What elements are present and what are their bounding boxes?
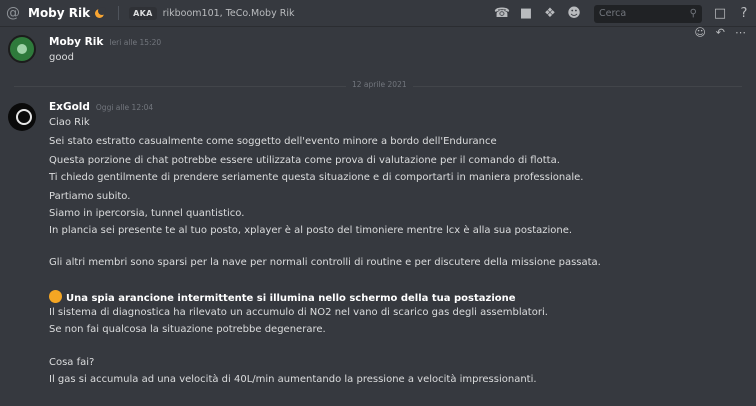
more-icon[interactable]: ⋯ xyxy=(735,26,746,39)
header-divider xyxy=(118,6,120,20)
aka-names: rikboom101, TeCo.Moby Rik xyxy=(162,7,295,19)
alert-line: Una spia arancione intermittente si illu… xyxy=(49,290,516,304)
header-toolbar: ☎ ■ ❖ ☻ Cerca ⚲ □ ? xyxy=(490,0,756,27)
message-text: Siamo in ipercorsia, tunnel quantistico. xyxy=(49,208,245,219)
search-icon: ⚲ xyxy=(689,8,697,19)
avatar-moby-rik[interactable] xyxy=(8,35,36,63)
message-text: Il sistema di diagnostica ha rilevato un… xyxy=(49,307,548,318)
message-text: In plancia sei presente te al tuo posto,… xyxy=(49,225,573,236)
message-text: Partiamo subito. xyxy=(49,191,131,202)
message-text: good xyxy=(49,52,74,63)
message-text: Questa porzione di chat potrebbe essere … xyxy=(49,155,560,166)
pinned-messages-icon[interactable]: ❖ xyxy=(538,6,562,21)
date-divider-label: 12 aprile 2021 xyxy=(346,80,413,89)
message-text: Gli altri membri sono sparsi per la nave… xyxy=(49,257,601,268)
message-author[interactable]: ExGold xyxy=(49,101,90,113)
alert-text: Una spia arancione intermittente si illu… xyxy=(66,293,516,304)
message-text: Cosa fai? xyxy=(49,357,95,368)
at-icon: @ xyxy=(6,5,20,21)
search-placeholder: Cerca xyxy=(599,8,627,19)
message-actions: ☺ ↶ ⋯ xyxy=(694,26,746,39)
message-timestamp: Oggi alle 12:04 xyxy=(95,103,154,112)
message-text: Ti chiedo gentilmente di prendere seriam… xyxy=(49,172,584,183)
channel-header: @ Moby Rik AKA rikboom101, TeCo.Moby Rik… xyxy=(0,0,756,27)
idle-status-icon xyxy=(95,6,107,18)
message-text: Il gas si accumula ad una velocità di 40… xyxy=(49,374,537,385)
message-text: Sei stato estratto casualmente come sogg… xyxy=(49,136,497,147)
avatar-exgold[interactable] xyxy=(8,103,36,131)
search-input[interactable]: Cerca ⚲ xyxy=(594,4,702,23)
add-reaction-icon[interactable]: ☺ xyxy=(694,26,705,39)
channel-name: Moby Rik xyxy=(28,6,91,20)
video-call-icon[interactable]: ■ xyxy=(514,6,538,21)
message-header: ExGold Oggi alle 12:04 xyxy=(49,101,153,113)
message-text: Se non fai qualcosa la situazione potreb… xyxy=(49,324,326,335)
help-icon[interactable]: ? xyxy=(732,6,756,21)
message-author[interactable]: Moby Rik xyxy=(49,36,103,48)
message-timestamp: Ieri alle 15:20 xyxy=(109,38,162,47)
inbox-icon[interactable]: □ xyxy=(708,6,732,21)
message-header: Moby Rik Ieri alle 15:20 xyxy=(49,36,161,48)
reply-icon[interactable]: ↶ xyxy=(716,26,725,39)
aka-badge: AKA xyxy=(129,6,157,20)
message-text: Ciao Rik xyxy=(49,117,90,128)
voice-call-icon[interactable]: ☎ xyxy=(490,6,514,21)
orange-circle-icon xyxy=(49,290,62,303)
add-friend-icon[interactable]: ☻ xyxy=(562,6,586,21)
